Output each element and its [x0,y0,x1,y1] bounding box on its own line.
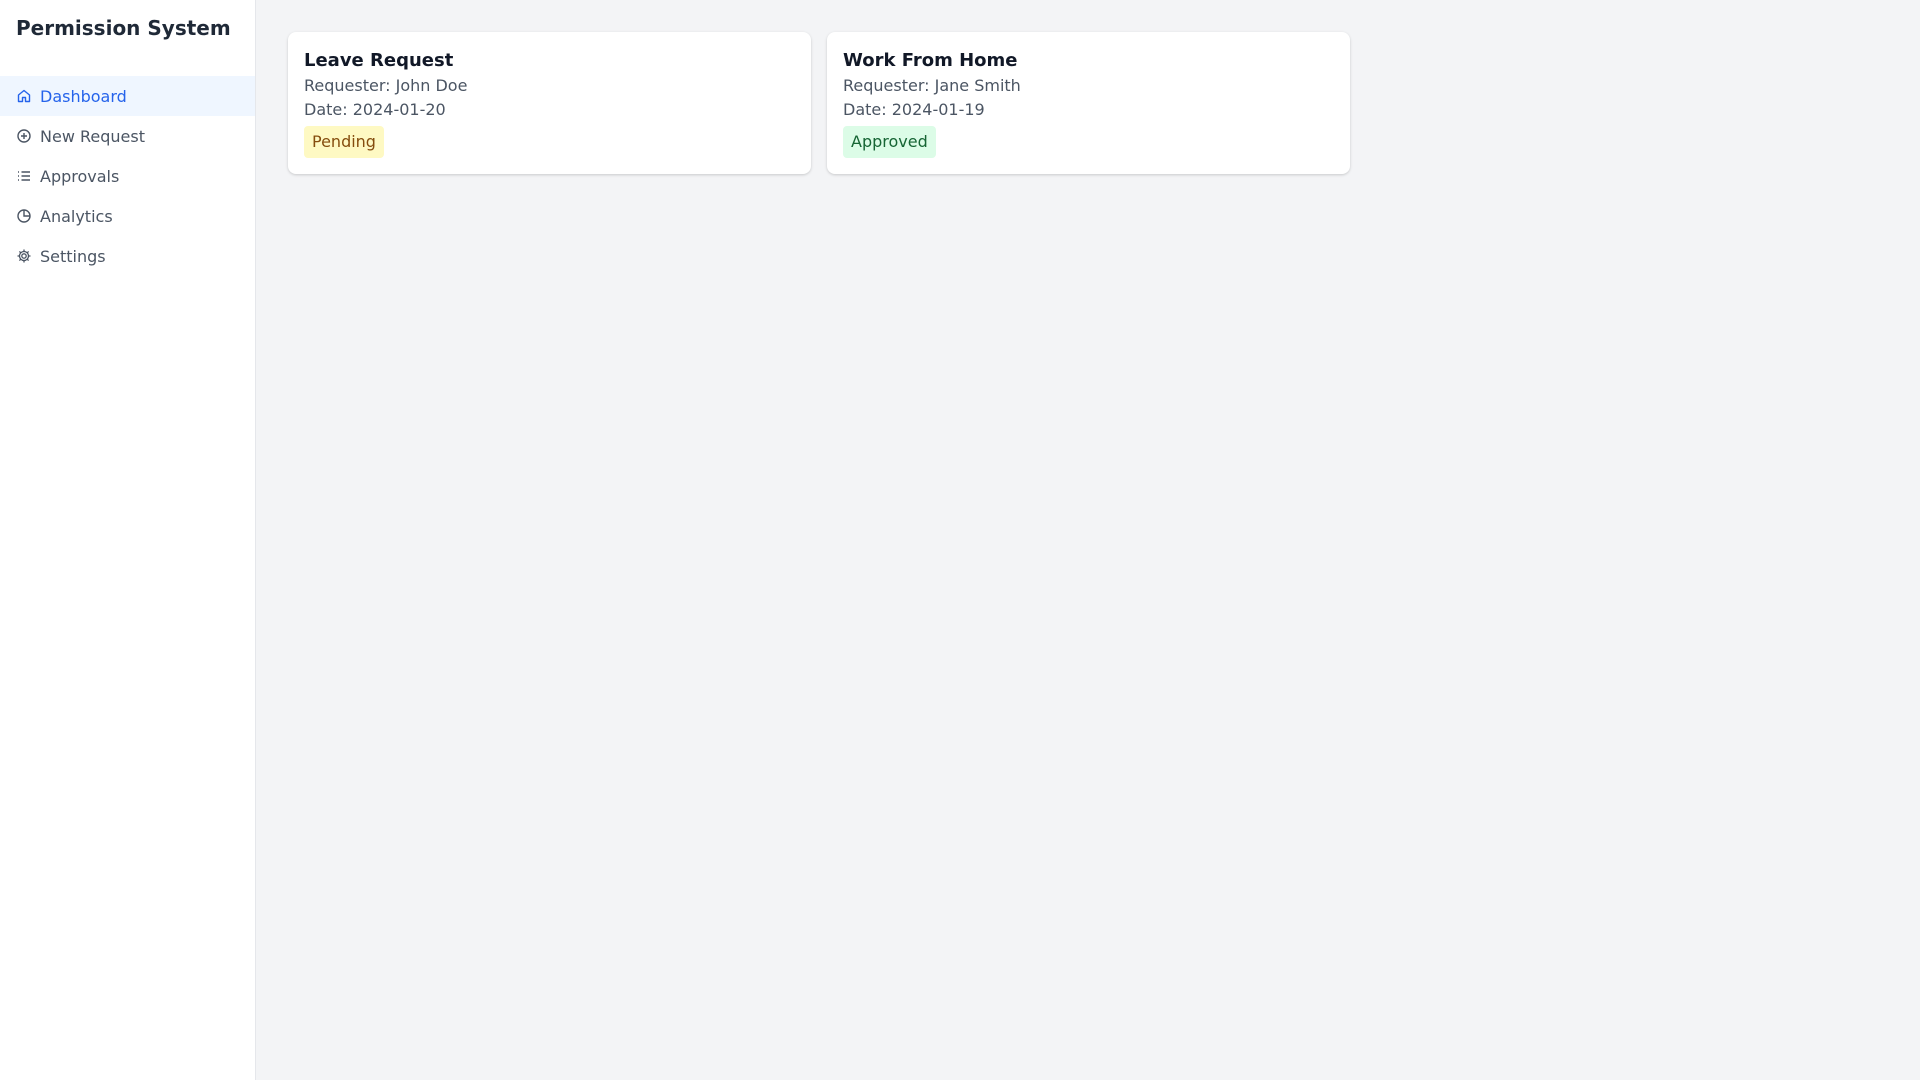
sidebar-item-label: New Request [40,126,145,146]
app-title: Permission System [16,16,231,40]
sidebar-item-analytics[interactable]: Analytics [0,196,255,236]
request-date: Date: 2024-01-20 [304,100,446,119]
sidebar-item-label: Dashboard [40,86,127,106]
list-icon [16,168,32,184]
request-card[interactable]: Leave Request Requester: John Doe Date: … [288,32,811,174]
sidebar-item-new-request[interactable]: New Request [0,116,255,156]
sidebar-item-label: Analytics [40,206,113,226]
request-title: Leave Request [304,50,454,71]
gear-icon [16,248,32,264]
app-shell: Permission System Dashboard New Request … [0,0,1920,1080]
request-requester: Requester: Jane Smith [843,76,1021,95]
main-content: Leave Request Requester: John Doe Date: … [256,0,1920,1080]
sidebar-item-approvals[interactable]: Approvals [0,156,255,196]
request-card[interactable]: Work From Home Requester: Jane Smith Dat… [827,32,1350,174]
sidebar-item-label: Approvals [40,166,120,186]
request-title: Work From Home [843,50,1018,71]
request-requester: Requester: John Doe [304,76,468,95]
status-badge: Pending [304,126,384,158]
sidebar-item-settings[interactable]: Settings [0,236,255,276]
pie-chart-icon [16,208,32,224]
request-card-list: Leave Request Requester: John Doe Date: … [288,32,1888,174]
status-badge: Approved [843,126,936,158]
sidebar-item-label: Settings [40,246,106,266]
request-date: Date: 2024-01-19 [843,100,985,119]
sidebar-item-dashboard[interactable]: Dashboard [0,76,255,116]
sidebar-nav: Dashboard New Request Approvals Analytic… [0,76,255,276]
plus-circle-icon [16,128,32,144]
sidebar: Permission System Dashboard New Request … [0,0,256,1080]
home-icon [16,88,32,104]
